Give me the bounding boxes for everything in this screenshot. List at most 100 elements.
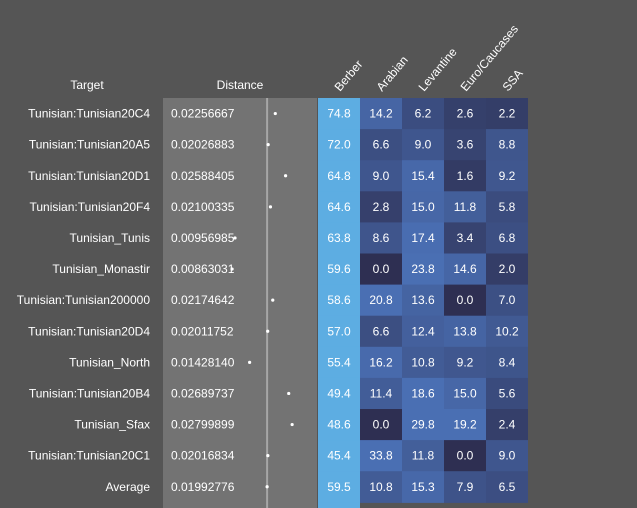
row-component-value: 9.0	[499, 449, 516, 463]
row-component-value: 55.4	[327, 355, 351, 369]
row-distance-marker	[266, 454, 270, 458]
header-component: Arabian	[374, 53, 411, 94]
row-component-value: 74.8	[327, 107, 351, 121]
row-component-value: 5.8	[499, 200, 516, 214]
row-component-value: 3.4	[457, 231, 474, 245]
row-component-value: 14.2	[369, 107, 393, 121]
row-target-label: Tunisian:Tunisian200000	[17, 293, 151, 307]
row-component-value: 17.4	[411, 231, 435, 245]
row-component-value: 16.2	[369, 355, 393, 369]
row-component-value: 7.0	[499, 293, 516, 307]
row-component-value: 15.3	[411, 480, 435, 494]
row-component-value: 13.8	[453, 324, 477, 338]
row-component-value: 0.0	[373, 262, 390, 276]
row-distance-marker	[283, 174, 288, 178]
row-component-value: 72.0	[327, 138, 351, 152]
row-component-value: 5.6	[499, 386, 516, 400]
row-component-value: 64.8	[327, 169, 351, 183]
row-target-label: Tunisian_Monastir	[52, 262, 150, 276]
row-target-label: Tunisian:Tunisian20A5	[29, 138, 151, 152]
row-target-label: Average	[106, 480, 151, 494]
row-distance-value: 0.01428140	[171, 355, 235, 369]
row-distance-value: 0.02174642	[171, 293, 235, 307]
row-component-value: 6.6	[373, 138, 390, 152]
row-target-label: Tunisian:Tunisian20D1	[28, 169, 150, 183]
row-distance-marker	[266, 143, 270, 147]
row-component-value: 15.4	[411, 169, 435, 183]
row-component-value: 23.8	[411, 262, 435, 276]
row-distance-marker	[287, 391, 291, 396]
row-distance-value: 0.00956985	[171, 231, 235, 245]
row-component-value: 29.8	[411, 418, 435, 432]
row-component-value: 10.2	[495, 324, 519, 338]
row-component-value: 0.0	[457, 293, 474, 307]
row-component-value: 63.8	[327, 231, 351, 245]
row-component-value: 7.9	[457, 480, 474, 494]
row-component-value: 9.2	[457, 355, 474, 369]
row-component-value: 12.4	[411, 324, 435, 338]
berber-column-tail	[318, 502, 360, 508]
row-distance-value: 0.00863031	[171, 262, 235, 276]
row-component-value: 49.4	[327, 386, 351, 400]
row-target-label: Tunisian:Tunisian20D4	[28, 324, 150, 338]
row-distance-value: 0.02026883	[171, 138, 235, 152]
row-component-value: 15.0	[411, 200, 435, 214]
row-component-value: 13.6	[411, 293, 435, 307]
header-distance: Distance	[217, 78, 264, 92]
row-component-value: 14.6	[453, 262, 477, 276]
row-target-label: Tunisian_Tunis	[70, 231, 150, 245]
header-component: Levantine	[416, 45, 460, 94]
row-target-label: Tunisian:Tunisian20C4	[28, 107, 150, 121]
row-distance-marker	[266, 329, 270, 333]
row-distance-value: 0.01992776	[171, 480, 235, 494]
row-component-value: 2.4	[499, 418, 516, 432]
row-distance-value: 0.02256667	[171, 107, 235, 121]
row-component-value: 1.6	[457, 169, 474, 183]
header-target: Target	[70, 78, 104, 92]
row-component-value: 15.0	[453, 386, 477, 400]
row-component-value: 11.8	[412, 449, 435, 463]
row-distance-value: 0.02016834	[171, 449, 235, 463]
row-component-value: 2.8	[373, 200, 390, 214]
row-component-value: 8.8	[499, 138, 516, 152]
row-target-label: Tunisian_North	[69, 355, 150, 369]
row-component-value: 9.2	[499, 169, 516, 183]
row-distance-marker	[273, 111, 277, 116]
row-component-value: 2.2	[499, 107, 516, 121]
row-component-value: 2.0	[499, 262, 516, 276]
row-component-value: 9.0	[415, 138, 432, 152]
row-component-value: 8.6	[373, 231, 390, 245]
row-component-value: 10.8	[411, 355, 435, 369]
row-component-value: 18.6	[411, 386, 435, 400]
row-distance-value: 0.02689737	[171, 386, 235, 400]
row-component-value: 2.6	[457, 107, 474, 121]
row-component-value: 57.0	[327, 324, 351, 338]
row-distance-marker	[233, 236, 237, 240]
row-distance-value: 0.02588405	[171, 169, 235, 183]
row-component-value: 6.6	[373, 324, 390, 338]
row-component-value: 3.6	[457, 138, 474, 152]
row-component-value: 9.0	[373, 169, 390, 183]
row-distance-value: 0.02100335	[171, 200, 235, 214]
row-distance-marker	[230, 267, 234, 271]
row-target-label: Tunisian_Sfax	[74, 418, 150, 432]
row-component-value: 6.8	[499, 231, 516, 245]
row-component-value: 59.5	[327, 480, 351, 494]
row-component-value: 33.8	[369, 449, 393, 463]
row-component-value: 6.5	[499, 480, 516, 494]
row-target-label: Tunisian:Tunisian20B4	[29, 386, 151, 400]
header-component: Berber	[332, 57, 366, 94]
row-component-value: 45.4	[327, 449, 351, 463]
row-distance-marker	[248, 360, 252, 364]
row-component-value: 64.6	[327, 200, 351, 214]
row-distance-marker	[271, 298, 275, 302]
row-target-label: Tunisian:Tunisian20F4	[29, 200, 150, 214]
row-distance-marker	[290, 422, 294, 427]
row-component-value: 0.0	[373, 418, 390, 432]
row-distance-marker	[268, 205, 273, 209]
row-component-value: 10.8	[369, 480, 393, 494]
header-component: SSA	[500, 67, 526, 94]
row-distance-marker	[265, 485, 269, 489]
row-component-value: 48.6	[327, 418, 351, 432]
row-component-value: 58.6	[327, 293, 351, 307]
